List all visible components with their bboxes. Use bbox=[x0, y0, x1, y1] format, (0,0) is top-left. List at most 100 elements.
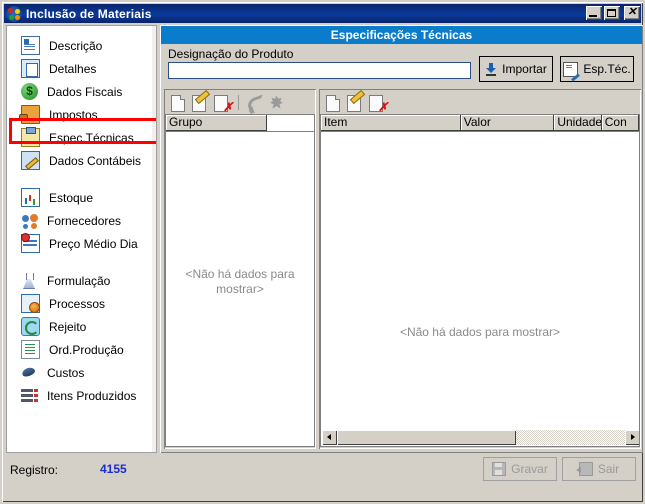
recycle-icon bbox=[21, 317, 40, 336]
sidebar-item-label: Rejeito bbox=[49, 319, 87, 334]
item-grid-panel: ✗ Item Valor Unidade Con <Não há dados p… bbox=[319, 89, 641, 449]
sidebar-item-espec-tecnicas[interactable]: Espec.Técnicas bbox=[7, 126, 156, 149]
sidebar-item-impostos[interactable]: Impostos bbox=[7, 103, 156, 126]
panel-title: Especificações Técnicas bbox=[161, 26, 642, 44]
sidebar-item-label: Formulação bbox=[47, 273, 111, 288]
mouse-icon bbox=[21, 364, 38, 381]
minimize-button[interactable] bbox=[586, 6, 602, 20]
bar-chart-icon bbox=[21, 188, 40, 207]
import-button-label: Importar bbox=[502, 62, 547, 76]
sidebar-item-label: Custos bbox=[47, 365, 85, 380]
floppy-disk-icon bbox=[492, 462, 507, 476]
header-filler bbox=[267, 115, 314, 131]
grupo-header-row: Grupo bbox=[166, 115, 314, 132]
sidebar-item-label: Ord.Produção bbox=[49, 342, 124, 357]
column-header-item[interactable]: Item bbox=[321, 115, 461, 131]
item-header-row: Item Valor Unidade Con bbox=[321, 115, 639, 132]
product-input[interactable] bbox=[168, 62, 471, 79]
item-grid-hscrollbar[interactable] bbox=[322, 430, 639, 445]
app-globe-icon bbox=[6, 5, 22, 22]
delete-item-button[interactable]: ✗ bbox=[368, 93, 388, 113]
edit-item-button[interactable] bbox=[346, 89, 366, 112]
hand-money-icon bbox=[19, 105, 40, 124]
item-toolbar: ✗ bbox=[320, 89, 388, 114]
edit-record-button[interactable] bbox=[191, 89, 211, 112]
registro-label: Registro: bbox=[10, 463, 59, 477]
exit-door-icon bbox=[575, 462, 593, 476]
sidebar-item-label: Espec.Técnicas bbox=[49, 130, 134, 145]
sidebar-item-formulacao[interactable]: Formulação bbox=[7, 269, 156, 292]
sidebar-item-dados-fiscais[interactable]: Dados Fiscais bbox=[7, 80, 156, 103]
grupo-empty-message: <Não há dados para mostrar> bbox=[185, 267, 295, 296]
window-controls: ✕ bbox=[586, 6, 640, 20]
sidebar-divider bbox=[7, 172, 156, 186]
exit-button[interactable]: Sair bbox=[562, 457, 636, 481]
users-icon bbox=[21, 212, 38, 229]
product-label: Designação do Produto bbox=[168, 47, 294, 61]
window-title: Inclusão de Materiais bbox=[26, 6, 152, 21]
new-record-button[interactable] bbox=[169, 93, 188, 112]
sidebar-item-preco-medio-dia[interactable]: Preço Médio Dia bbox=[7, 232, 156, 255]
flask-icon bbox=[21, 272, 38, 289]
document-wrench-icon bbox=[563, 61, 579, 77]
sidebar-item-processos[interactable]: Processos bbox=[7, 292, 156, 315]
close-button[interactable]: ✕ bbox=[624, 6, 640, 20]
sidebar-item-label: Estoque bbox=[49, 190, 94, 205]
sidebar-item-label: Detalhes bbox=[49, 61, 97, 76]
sidebar-item-rejeito[interactable]: Rejeito bbox=[7, 315, 156, 338]
exit-button-label: Sair bbox=[597, 462, 620, 476]
column-header-con[interactable]: Con bbox=[601, 115, 639, 131]
item-empty-message: <Não há dados para mostrar> bbox=[399, 325, 561, 339]
sidebar-item-descricao[interactable]: Descrição bbox=[7, 34, 156, 57]
grupo-toolbar: ✗ bbox=[165, 89, 286, 116]
registro-value: 4155 bbox=[100, 462, 127, 476]
sidebar-item-label: Descrição bbox=[49, 38, 103, 53]
sidebar-item-label: Dados Contábeis bbox=[49, 153, 142, 168]
item-grid[interactable]: Item Valor Unidade Con <Não há dados par… bbox=[320, 114, 640, 447]
sidebar-item-ord-producao[interactable]: Ord.Produção bbox=[7, 338, 156, 361]
column-header-unidade[interactable]: Unidade bbox=[554, 115, 602, 131]
stacked-rows-icon bbox=[21, 387, 38, 404]
sidebar-item-fornecedores[interactable]: Fornecedores bbox=[7, 209, 156, 232]
esptec-button[interactable]: Esp.Téc. bbox=[560, 56, 634, 82]
download-icon bbox=[485, 63, 497, 76]
sidebar-item-label: Impostos bbox=[49, 107, 98, 122]
sidebar-item-detalhes[interactable]: Detalhes bbox=[7, 57, 156, 80]
document-icon bbox=[21, 36, 40, 55]
sidebar-item-label: Itens Produzidos bbox=[47, 388, 137, 403]
list-document-icon bbox=[21, 340, 40, 359]
undo-button bbox=[245, 93, 269, 116]
sidebar: Descrição Detalhes Dados Fiscais Imposto… bbox=[6, 25, 157, 453]
pencil-paper-icon bbox=[21, 151, 40, 170]
maximize-button[interactable] bbox=[604, 6, 620, 20]
hscroll-thumb[interactable] bbox=[337, 430, 516, 445]
scroll-left-arrow-icon[interactable] bbox=[322, 430, 337, 445]
new-item-button[interactable] bbox=[324, 93, 343, 112]
scroll-right-arrow-icon[interactable] bbox=[625, 430, 639, 445]
title-bar: Inclusão de Materiais ✕ bbox=[4, 4, 641, 23]
sidebar-item-label: Fornecedores bbox=[47, 213, 122, 228]
grupo-grid[interactable]: Grupo <Não há dados para mostrar> bbox=[165, 114, 315, 447]
clipboard-icon bbox=[21, 127, 40, 147]
sidebar-item-custos[interactable]: Custos bbox=[7, 361, 156, 384]
column-header-grupo[interactable]: Grupo bbox=[166, 115, 267, 131]
sidebar-item-label: Processos bbox=[49, 296, 106, 311]
sidebar-item-label: Preço Médio Dia bbox=[49, 236, 138, 251]
sidebar-item-estoque[interactable]: Estoque bbox=[7, 186, 156, 209]
sidebar-item-dados-contabeis[interactable]: Dados Contábeis bbox=[7, 149, 156, 172]
app-window: Inclusão de Materiais ✕ Descrição Detalh… bbox=[0, 0, 645, 504]
save-button-label: Gravar bbox=[511, 462, 548, 476]
delete-record-button[interactable]: ✗ bbox=[213, 93, 233, 113]
import-button[interactable]: Importar bbox=[479, 56, 553, 82]
hscroll-track[interactable] bbox=[337, 430, 625, 445]
sidebar-item-itens-produzidos[interactable]: Itens Produzidos bbox=[7, 384, 156, 407]
column-header-valor[interactable]: Valor bbox=[460, 115, 555, 131]
grupo-grid-panel: ✗ Grupo <Não há dados para mostrar> bbox=[164, 89, 316, 449]
sidebar-divider bbox=[7, 255, 156, 269]
clear-all-button bbox=[267, 93, 286, 112]
toolbar-separator bbox=[238, 94, 239, 110]
price-table-icon bbox=[21, 233, 40, 253]
save-button[interactable]: Gravar bbox=[483, 457, 557, 481]
gear-document-icon bbox=[21, 294, 40, 313]
main-panel: Especificações Técnicas Designação do Pr… bbox=[160, 25, 643, 453]
